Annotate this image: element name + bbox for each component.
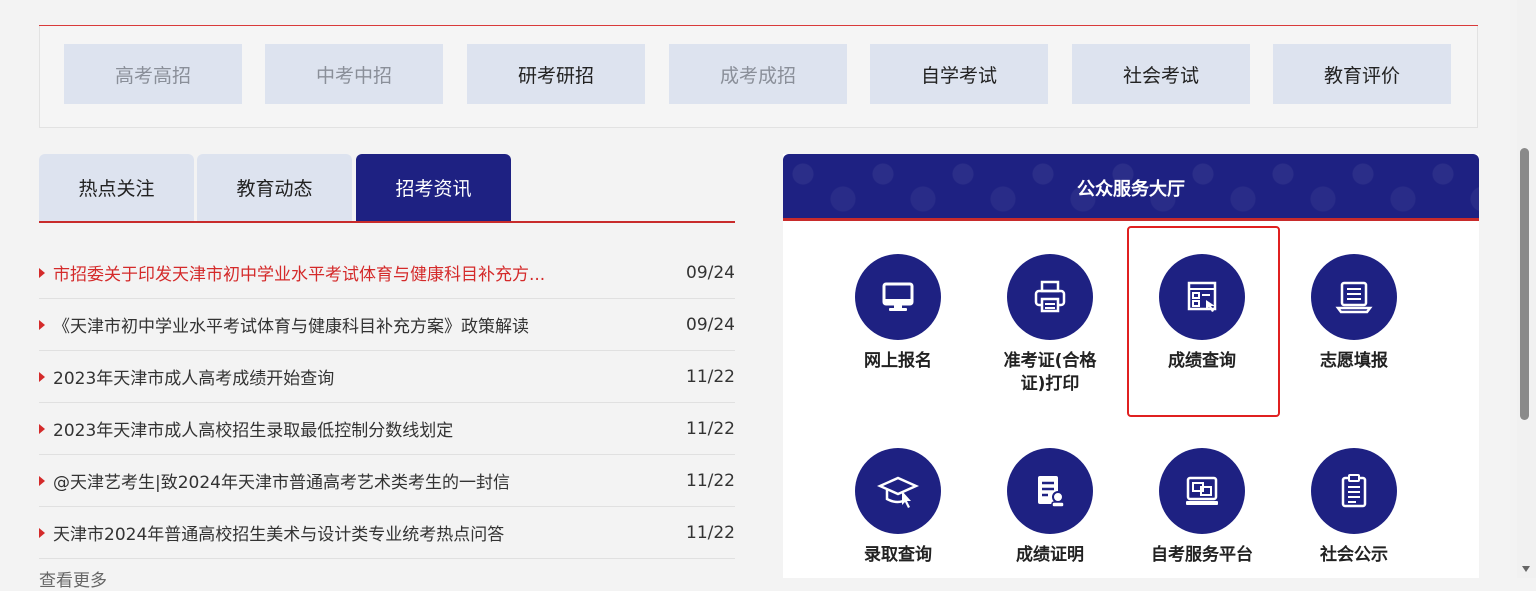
service-self-study-platform[interactable]: 自考服务平台 (1147, 448, 1257, 567)
tab-education-news[interactable]: 教育动态 (197, 154, 352, 221)
selection-highlight (1127, 226, 1280, 417)
laptop-list-icon (1311, 254, 1397, 340)
service-score-certificate[interactable]: 成绩证明 (995, 448, 1105, 567)
printer-icon (1007, 254, 1093, 340)
arrow-icon (39, 319, 45, 330)
arrow-icon (39, 475, 45, 486)
category-chengkao[interactable]: 成考成招 (669, 44, 847, 104)
service-application-fill[interactable]: 志愿填报 (1299, 254, 1409, 373)
news-date: 11/22 (686, 366, 735, 387)
screen-platform-icon (1159, 448, 1245, 534)
news-date: 11/22 (686, 470, 735, 491)
news-item[interactable]: 2023年天津市成人高考成绩开始查询 11/22 (39, 351, 735, 403)
service-public-notice[interactable]: 社会公示 (1299, 448, 1409, 567)
service-admission-query[interactable]: 录取查询 (843, 448, 953, 567)
news-item[interactable]: 2023年天津市成人高校招生录取最低控制分数线划定 11/22 (39, 403, 735, 455)
news-title[interactable]: 2023年天津市成人高校招生录取最低控制分数线划定 (53, 416, 675, 441)
service-label: 自考服务平台 (1151, 545, 1253, 565)
clipboard-icon (1311, 448, 1397, 534)
news-title[interactable]: 市招委关于印发天津市初中学业水平考试体育与健康科目补充方... (53, 260, 675, 285)
news-item[interactable]: 市招委关于印发天津市初中学业水平考试体育与健康科目补充方... 09/24 (39, 247, 735, 299)
service-label: 社会公示 (1320, 545, 1388, 565)
category-shehui[interactable]: 社会考试 (1072, 44, 1250, 104)
service-label: 准考证(合格证)打印 (1003, 351, 1097, 394)
category-yankao[interactable]: 研考研招 (467, 44, 645, 104)
service-admission-ticket-print[interactable]: 准考证(合格证)打印 (995, 254, 1105, 396)
arrow-icon (39, 527, 45, 538)
news-date: 09/24 (686, 262, 735, 283)
more-link[interactable]: 查看更多 (39, 566, 107, 591)
news-tabs: 热点关注 教育动态 招考资讯 (39, 154, 735, 223)
graduation-cap-icon (855, 448, 941, 534)
service-label: 志愿填报 (1320, 351, 1388, 371)
news-title[interactable]: 《天津市初中学业水平考试体育与健康科目补充方案》政策解读 (53, 312, 675, 337)
news-title[interactable]: 天津市2024年普通高校招生美术与设计类专业统考热点问答 (53, 520, 675, 545)
scrollbar-thumb[interactable] (1520, 148, 1529, 420)
news-item[interactable]: 天津市2024年普通高校招生美术与设计类专业统考热点问答 11/22 (39, 507, 735, 559)
tab-underline (39, 221, 735, 223)
service-online-registration[interactable]: 网上报名 (843, 254, 953, 373)
category-zixue[interactable]: 自学考试 (870, 44, 1048, 104)
news-date: 11/22 (686, 522, 735, 543)
service-title: 公众服务大厅 (1077, 178, 1185, 200)
news-item[interactable]: @天津艺考生|致2024年天津市普通高考艺术类考生的一封信 11/22 (39, 455, 735, 507)
news-date: 11/22 (686, 418, 735, 439)
news-title[interactable]: @天津艺考生|致2024年天津市普通高考艺术类考生的一封信 (53, 468, 675, 493)
news-date: 09/24 (686, 314, 735, 335)
service-label: 录取查询 (864, 545, 932, 565)
category-pingjia[interactable]: 教育评价 (1273, 44, 1451, 104)
category-panel: 高考高招 中考中招 研考研招 成考成招 自学考试 社会考试 教育评价 (39, 26, 1478, 128)
arrow-icon (39, 267, 45, 278)
news-title[interactable]: 2023年天津市成人高考成绩开始查询 (53, 364, 675, 389)
category-zhongkao[interactable]: 中考中招 (265, 44, 443, 104)
service-header: 公众服务大厅 (783, 154, 1479, 221)
certificate-icon (1007, 448, 1093, 534)
arrow-icon (39, 423, 45, 434)
news-item[interactable]: 《天津市初中学业水平考试体育与健康科目补充方案》政策解读 09/24 (39, 299, 735, 351)
tab-hot-topics[interactable]: 热点关注 (39, 154, 194, 221)
scroll-down-icon[interactable] (1522, 566, 1530, 572)
monitor-icon (855, 254, 941, 340)
tab-exam-info[interactable]: 招考资讯 (356, 154, 511, 221)
service-label: 网上报名 (864, 351, 932, 371)
category-gaokao[interactable]: 高考高招 (64, 44, 242, 104)
service-label: 成绩证明 (1016, 545, 1084, 565)
arrow-icon (39, 371, 45, 382)
